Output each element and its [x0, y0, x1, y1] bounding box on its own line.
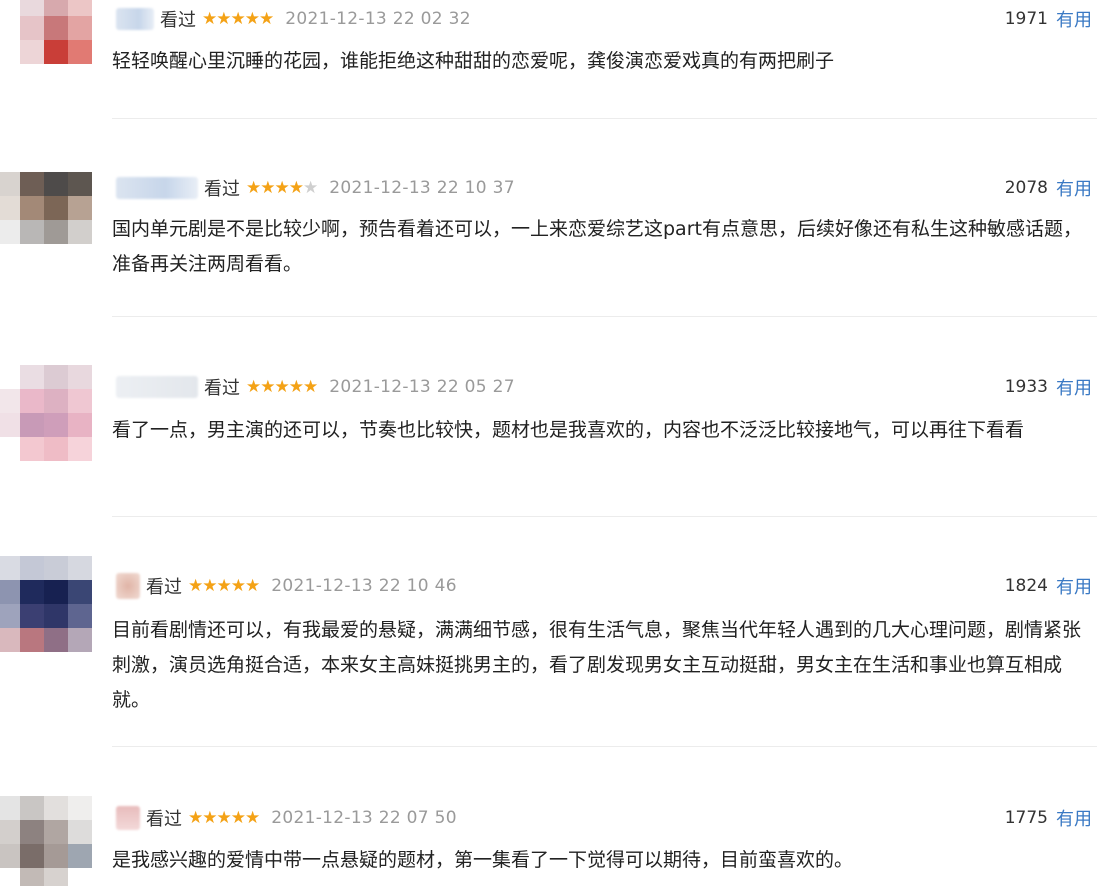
review-date: 2021-12-13 22 10 37 [329, 178, 515, 198]
star-filled-icon: ★ [245, 576, 260, 596]
vote-area: 1775 有用 [1005, 804, 1092, 832]
review-meta: 看过 ★★★★★ 2021-12-13 22 05 27 [116, 373, 515, 401]
star-filled-icon: ★ [230, 9, 246, 29]
review-text: 看了一点，男主演的还可以，节奏也比较快，题材也是我喜欢的，内容也不泛泛比较接地气… [112, 419, 1025, 441]
review-text: 目前看剧情还可以，有我最爱的悬疑，满满细节感，很有生活气息，聚焦当代年轻人遇到的… [112, 619, 1082, 711]
star-filled-icon: ★ [216, 576, 232, 596]
vote-area: 1824 有用 [1005, 572, 1092, 600]
watch-status: 看过 [146, 577, 182, 598]
vote-count: 2078 [1004, 178, 1048, 198]
star-rating: ★★★★★ [188, 576, 260, 596]
username-blurred[interactable] [116, 806, 140, 830]
star-filled-icon: ★ [188, 808, 203, 828]
review-date: 2021-12-13 22 05 27 [329, 377, 515, 397]
star-filled-icon: ★ [274, 377, 290, 397]
review-meta: 看过 ★★★★★ 2021-12-13 22 10 46 [116, 572, 457, 600]
star-filled-icon: ★ [244, 9, 260, 29]
vote-count: 1775 [1004, 808, 1048, 828]
star-filled-icon: ★ [260, 178, 275, 198]
username-blurred[interactable] [116, 8, 154, 30]
divider [112, 316, 1097, 317]
vote-area: 1971 有用 [1005, 5, 1092, 33]
vote-count: 1971 [1004, 9, 1048, 29]
avatar[interactable] [0, 172, 92, 244]
useful-button[interactable]: 有用 [1056, 6, 1092, 32]
vote-count: 1824 [1004, 576, 1048, 596]
star-rating: ★★★★★ [246, 377, 318, 397]
watch-status: 看过 [204, 378, 240, 399]
vote-area: 1933 有用 [1005, 373, 1092, 401]
username-blurred[interactable] [116, 177, 198, 199]
divider [112, 516, 1097, 517]
username-blurred[interactable] [116, 376, 198, 398]
star-filled-icon: ★ [188, 576, 203, 596]
avatar[interactable] [0, 0, 92, 64]
divider [112, 118, 1097, 119]
watch-status: 看过 [204, 179, 240, 200]
star-filled-icon: ★ [202, 576, 217, 596]
review-date: 2021-12-13 22 02 32 [285, 9, 471, 29]
review-date: 2021-12-13 22 07 50 [271, 808, 457, 828]
star-rating: ★★★★★ [246, 178, 318, 198]
star-filled-icon: ★ [259, 9, 274, 29]
star-filled-icon: ★ [202, 808, 217, 828]
star-filled-icon: ★ [246, 178, 261, 198]
star-filled-icon: ★ [288, 377, 304, 397]
watch-status: 看过 [146, 809, 182, 830]
useful-button[interactable]: 有用 [1056, 573, 1092, 599]
star-filled-icon: ★ [303, 377, 318, 397]
review-text: 是我感兴趣的爱情中带一点悬疑的题材，第一集看了一下觉得可以期待，目前蛮喜欢的。 [112, 849, 854, 871]
vote-area: 2078 有用 [1005, 174, 1092, 202]
review-meta: 看过 ★★★★★ 2021-12-13 22 02 32 [116, 5, 471, 33]
watch-status: 看过 [160, 10, 196, 31]
useful-button[interactable]: 有用 [1056, 175, 1092, 201]
star-filled-icon: ★ [245, 808, 260, 828]
username-blurred[interactable] [116, 573, 140, 599]
star-filled-icon: ★ [230, 576, 246, 596]
review-meta: 看过 ★★★★★ 2021-12-13 22 10 37 [116, 174, 515, 202]
useful-button[interactable]: 有用 [1056, 374, 1092, 400]
avatar[interactable] [0, 556, 92, 652]
star-filled-icon: ★ [246, 377, 261, 397]
star-filled-icon: ★ [260, 377, 275, 397]
review-meta: 看过 ★★★★★ 2021-12-13 22 07 50 [116, 804, 457, 832]
star-rating: ★★★★★ [202, 9, 274, 29]
star-filled-icon: ★ [202, 9, 217, 29]
star-filled-icon: ★ [230, 808, 246, 828]
star-empty-icon: ★ [303, 178, 318, 198]
avatar[interactable] [0, 796, 92, 886]
star-filled-icon: ★ [216, 808, 232, 828]
divider [112, 746, 1097, 747]
star-filled-icon: ★ [288, 178, 304, 198]
avatar[interactable] [0, 365, 92, 461]
vote-count: 1933 [1004, 377, 1048, 397]
star-filled-icon: ★ [216, 9, 231, 29]
review-date: 2021-12-13 22 10 46 [271, 576, 457, 596]
review-text: 国内单元剧是不是比较少啊，预告看着还可以，一上来恋爱综艺这part有点意思，后续… [112, 218, 1082, 275]
useful-button[interactable]: 有用 [1056, 805, 1092, 831]
star-rating: ★★★★★ [188, 808, 260, 828]
review-text: 轻轻唤醒心里沉睡的花园，谁能拒绝这种甜甜的恋爱呢，龚俊演恋爱戏真的有两把刷子 [112, 50, 835, 72]
star-filled-icon: ★ [274, 178, 290, 198]
